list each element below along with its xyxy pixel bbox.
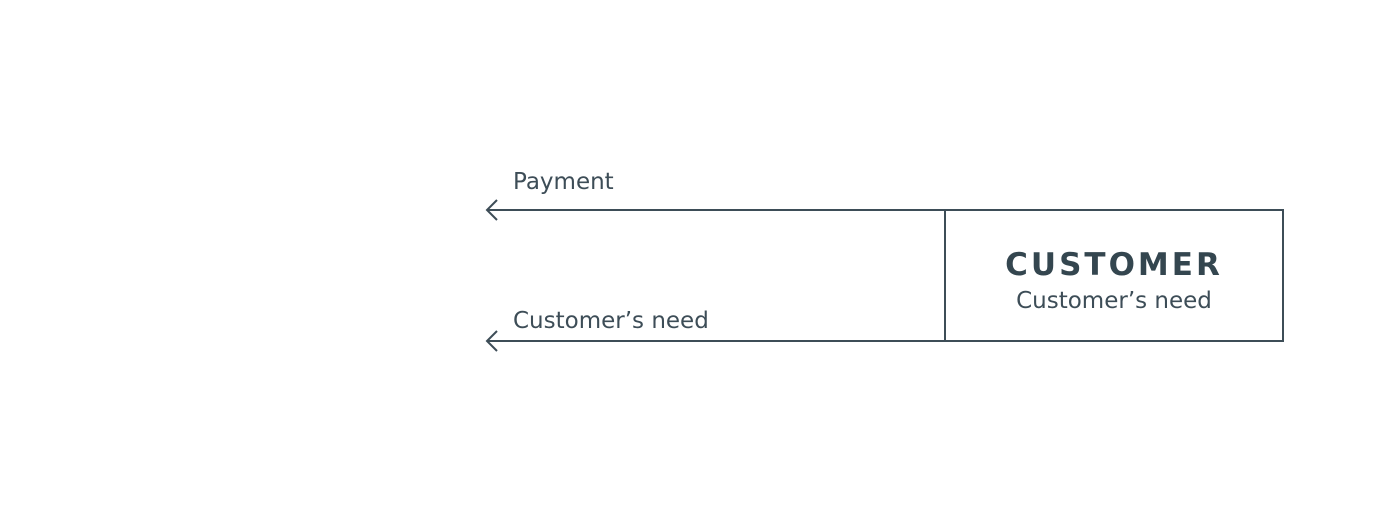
customer-box-subtitle: Customer’s need xyxy=(1016,288,1212,314)
customer-box-title: CUSTOMER xyxy=(1005,247,1223,283)
payment-arrow-label: Payment xyxy=(513,169,614,195)
customer-need-arrow-label: Customer’s need xyxy=(513,308,709,334)
